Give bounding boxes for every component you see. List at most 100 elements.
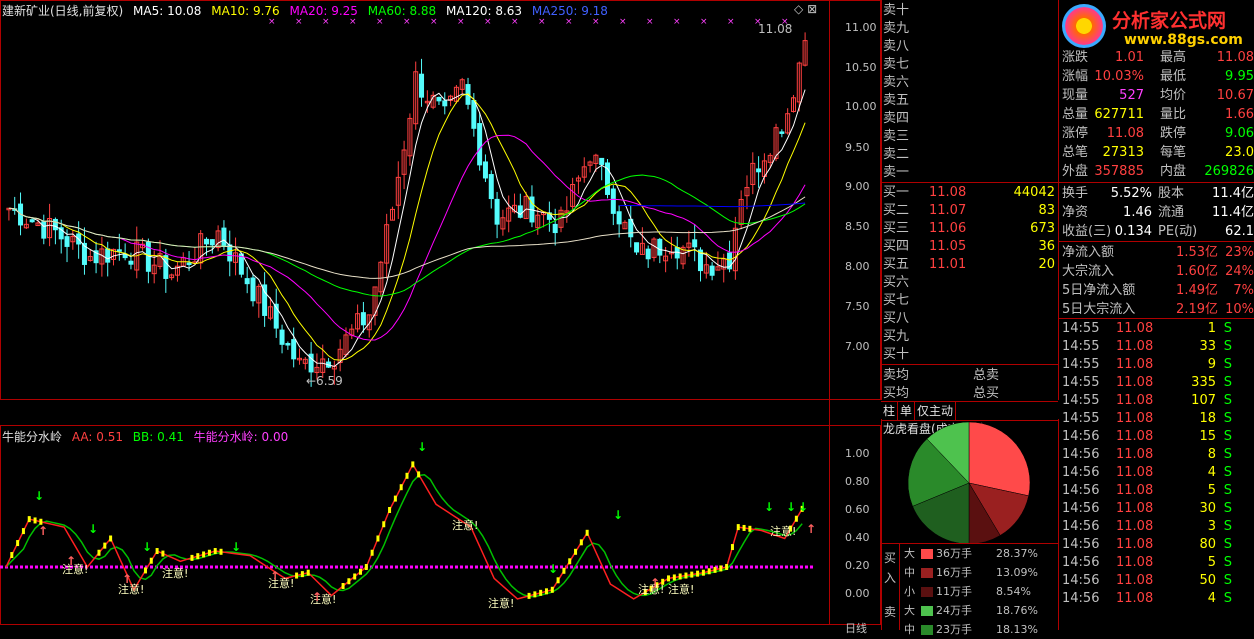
rising-segment	[736, 524, 740, 531]
rising-segment	[306, 569, 310, 576]
fundamental-key: 净资	[1062, 205, 1089, 220]
quote-value: 1.66	[1225, 107, 1254, 122]
candle-body	[221, 227, 227, 247]
period-label: 日线	[845, 622, 867, 635]
rising-segment	[207, 549, 211, 556]
capital-flow-percent: 10%	[1225, 302, 1254, 317]
tab-active-only[interactable]: 仅主动	[915, 402, 957, 420]
flow-size: 大	[904, 547, 915, 560]
indicator-tick: 0.80	[845, 475, 870, 488]
fundamental-value: 5.52%	[1110, 186, 1152, 201]
flow-percent: 28.37%	[996, 547, 1038, 560]
sell-book-row: 卖九	[883, 20, 1059, 37]
tick-row: 14:56 11.08 80 S	[1060, 536, 1254, 554]
candle-body	[657, 238, 663, 256]
volume-pie-chart	[907, 421, 1031, 545]
tick-price: 11.08	[1116, 573, 1154, 588]
candle-body	[634, 242, 640, 253]
indicator-chart[interactable]: 注意!注意!注意!注意!注意! 注意!注意! 注意!注意!注意!↓↓↓ ↓↓↓↓↓ ↓ ↓…	[0, 425, 829, 625]
buy-book-row: 买一 11.08 44042	[883, 184, 1059, 201]
time-axis	[0, 625, 881, 630]
candle-body	[517, 205, 523, 218]
candlestick-chart[interactable]: × × × × × × × × × × × × × × × × × × × ×	[0, 0, 829, 400]
sell-book-label: 卖二	[883, 147, 910, 162]
tick-side: S	[1223, 555, 1232, 570]
tick-volume: 1	[1207, 321, 1216, 336]
sell-book-row: 卖二	[883, 146, 1059, 163]
tick-row: 14:55 11.08 9 S	[1060, 356, 1254, 374]
rising-segment	[725, 564, 729, 570]
order-book-divider	[881, 182, 1058, 183]
tick-time: 14:56	[1062, 501, 1100, 516]
buy-book-row: 买十	[883, 346, 1059, 363]
quote-divider	[1059, 241, 1254, 242]
candle-body	[616, 211, 622, 225]
fundamental-value: 62.1	[1225, 224, 1254, 239]
tick-row: 14:55 11.08 335 S	[1060, 374, 1254, 392]
tick-time: 14:55	[1062, 339, 1100, 354]
tick-volume: 18	[1199, 411, 1216, 426]
tick-volume: 8	[1207, 447, 1216, 462]
price-tick: 10.50	[845, 61, 877, 74]
flow-amount: 16万手	[936, 566, 972, 579]
fundamental-key: 流通	[1158, 205, 1185, 220]
high-price-mark: 11.08	[758, 22, 793, 36]
rising-segment	[696, 570, 700, 577]
tick-time: 14:55	[1062, 357, 1100, 372]
ma250-line	[619, 202, 806, 208]
quote-value: 11.08	[1216, 50, 1254, 65]
rising-segment	[370, 549, 374, 556]
rising-segment	[353, 573, 357, 580]
capital-flow-row: 净流入额 1.53亿 23%	[1060, 243, 1254, 262]
tick-time: 14:56	[1062, 465, 1100, 480]
tab-single[interactable]: 单	[898, 402, 916, 420]
quote-value: 10.03%	[1094, 69, 1144, 84]
buy-arrow-icon: ↑	[122, 572, 132, 586]
buy-book-label: 买六	[883, 275, 910, 290]
flow-row: 中 16万手 13.09%	[900, 564, 1058, 582]
rising-segment	[562, 567, 566, 574]
candle-body	[482, 161, 488, 179]
rising-segment	[196, 553, 200, 560]
sell-book-row: 卖三	[883, 128, 1059, 145]
sell-book-label: 卖八	[883, 39, 910, 54]
candle-body	[291, 339, 297, 360]
rising-segment	[213, 548, 217, 555]
capital-flow-value: 1.49亿	[1176, 283, 1218, 298]
candle-body	[64, 236, 70, 247]
ma10-line	[8, 93, 806, 361]
flow-amount: 36万手	[936, 547, 972, 560]
quote-key: 每笔	[1160, 145, 1187, 160]
tick-price: 11.08	[1116, 429, 1154, 444]
buy-book-row: 买四 11.05 36	[883, 238, 1059, 255]
candle-body	[645, 248, 651, 260]
tick-price: 11.08	[1116, 447, 1154, 462]
tab-bar[interactable]: 柱	[881, 402, 899, 420]
sell-book-row: 卖七	[883, 56, 1059, 73]
sell-book-label: 卖一	[883, 165, 910, 180]
rising-segment	[109, 535, 113, 542]
candle-body	[186, 262, 192, 266]
signal-mark: ×	[322, 17, 330, 27]
price-tick: 9.50	[845, 141, 870, 154]
quote-row: 涨跌 1.01 最高 11.08	[1060, 48, 1254, 67]
buy-arrow-icon: ↑	[38, 524, 48, 538]
indicator-tick: 0.20	[845, 559, 870, 572]
sell-avg-label: 卖均	[883, 368, 910, 383]
sell-book-label: 卖七	[883, 57, 910, 72]
price-tick: 7.50	[845, 300, 870, 313]
flow-percent: 8.54%	[996, 585, 1031, 598]
rising-segment	[690, 571, 694, 578]
quote-key: 总量	[1062, 107, 1089, 122]
fundamental-value: 11.4亿	[1212, 186, 1254, 201]
tick-side: S	[1223, 429, 1232, 444]
tick-side: S	[1223, 537, 1232, 552]
buy-book-label: 买八	[883, 311, 910, 326]
buy-book-label: 买五	[883, 257, 910, 272]
rising-segment	[161, 550, 165, 557]
buy-arrow-icon: ↑	[270, 569, 280, 583]
quote-value: 357885	[1094, 164, 1144, 179]
rising-segment	[672, 574, 676, 581]
indicator-tick: 1.00	[845, 447, 870, 460]
flow-swatch	[921, 625, 933, 635]
